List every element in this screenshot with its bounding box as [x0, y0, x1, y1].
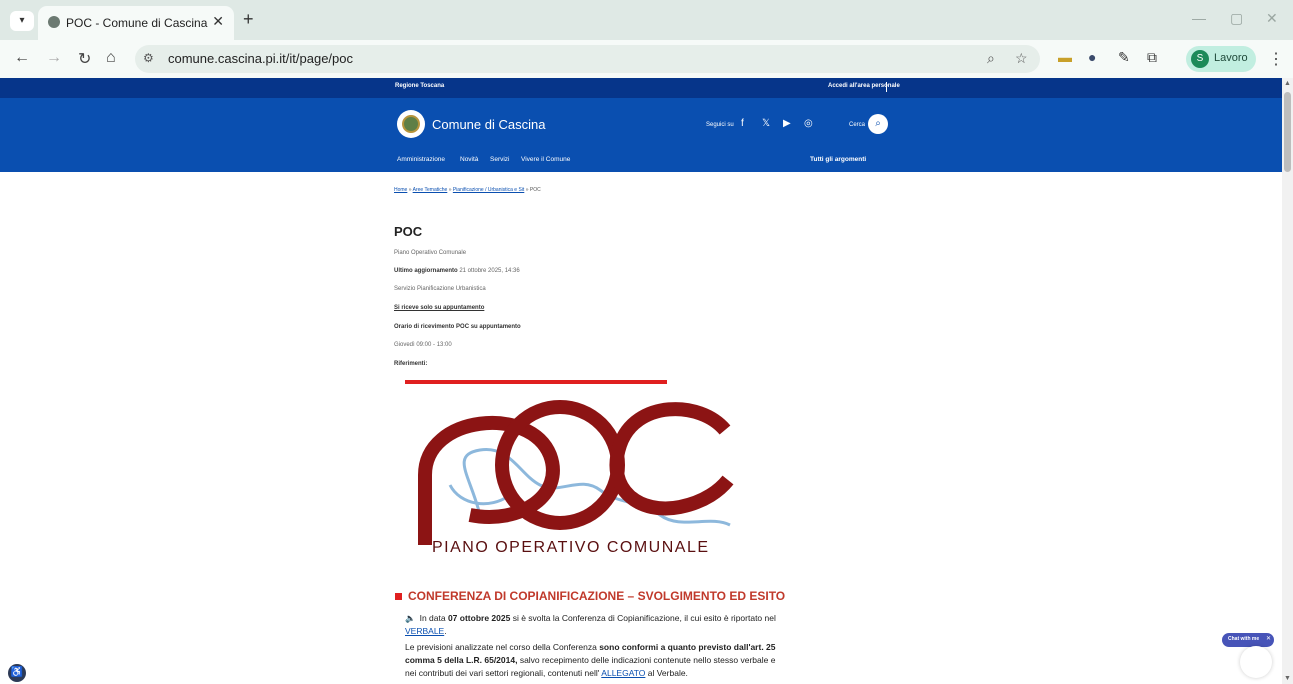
breadcrumb-planning[interactable]: Pianificazione / Urbanistica e Sit: [453, 187, 524, 193]
forward-icon[interactable]: →: [46, 49, 62, 67]
region-link[interactable]: Regione Toscana: [395, 83, 444, 89]
breadcrumb-current: POC: [529, 187, 541, 193]
address-bar[interactable]: ⚙ comune.cascina.pi.it/it/page/poc ⌕ ☆: [135, 45, 1040, 73]
references-label: Riferimenti:: [394, 361, 428, 367]
appointment-link[interactable]: Si riceve solo su appuntamento: [394, 305, 484, 311]
home-icon[interactable]: ⌂: [106, 49, 116, 67]
close-tab-icon[interactable]: ✕: [212, 13, 224, 30]
minimize-icon[interactable]: —: [1192, 10, 1206, 26]
site-info-icon[interactable]: ⚙: [143, 51, 154, 65]
extension-circle-icon[interactable]: ●: [1088, 49, 1096, 65]
profile-button[interactable]: S Lavoro: [1186, 46, 1256, 72]
speaker-icon: 🔈: [405, 613, 416, 623]
accessibility-icon[interactable]: ♿: [8, 664, 26, 682]
chat-close-icon[interactable]: ✕: [1266, 635, 1271, 642]
divider: [886, 82, 887, 92]
breadcrumb-home[interactable]: Home: [394, 187, 407, 193]
page-scrollbar[interactable]: ▲ ▼: [1282, 78, 1293, 684]
hours-label: Orario di ricevimento POC su appuntament…: [394, 324, 521, 330]
chat-bubble[interactable]: Chat with me ✕: [1222, 633, 1274, 647]
poc-logo-caption: PIANO OPERATIVO COMUNALE: [432, 539, 710, 556]
institutional-strip: Regione Toscana Accedi all'area personal…: [0, 78, 1282, 98]
red-square-icon: [395, 593, 402, 601]
facebook-icon[interactable]: f: [741, 118, 744, 129]
last-updated: Ultimo aggiornamento 21 ottobre 2025, 14…: [394, 268, 520, 274]
hours-value: Giovedì 09:00 - 13:00: [394, 342, 452, 348]
bookmark-star-icon[interactable]: ☆: [1015, 50, 1028, 67]
coat-of-arms-icon[interactable]: [397, 110, 425, 138]
close-window-icon[interactable]: ✕: [1266, 10, 1278, 27]
youtube-icon[interactable]: ▶: [783, 118, 791, 129]
service-name: Servizio Pianificazione Urbanistica: [394, 286, 486, 292]
tab-title: POC - Comune di Cascina: [66, 16, 208, 30]
breadcrumb: Home » Aree Tematiche » Pianificazione /…: [394, 187, 541, 193]
x-twitter-icon[interactable]: 𝕏: [762, 118, 770, 129]
allegato-link[interactable]: ALLEGATO: [601, 668, 645, 678]
url-text[interactable]: comune.cascina.pi.it/it/page/poc: [168, 51, 353, 66]
zoom-icon[interactable]: ⌕: [987, 50, 995, 67]
page-title: POC: [394, 224, 423, 239]
redacted-contacts: [405, 380, 667, 384]
extensions-puzzle-icon[interactable]: ⧉: [1147, 49, 1157, 66]
menu-item-amministrazione[interactable]: Amministrazione: [397, 156, 445, 163]
paragraph-2-line-3: nei contributi dei vari settori regional…: [405, 668, 688, 678]
all-topics-link[interactable]: Tutti gli argomenti: [810, 156, 866, 163]
menu-item-novita[interactable]: Novità: [460, 156, 478, 163]
site-favicon-icon: [48, 16, 60, 28]
menu-item-vivere[interactable]: Vivere il Comune: [521, 156, 570, 163]
menu-item-servizi[interactable]: Servizi: [490, 156, 510, 163]
follow-label: Seguici su: [706, 122, 734, 128]
scroll-down-icon[interactable]: ▼: [1284, 675, 1291, 682]
paragraph-2-line-2: comma 5 della L.R. 65/2014, salvo recepi…: [405, 655, 776, 665]
paragraph-1: 🔈 In data 07 ottobre 2025 si è svolta la …: [405, 613, 776, 623]
site-name[interactable]: Comune di Cascina: [432, 117, 545, 132]
instagram-icon[interactable]: ◎: [804, 118, 813, 129]
browser-menu-icon[interactable]: ⋮: [1268, 49, 1284, 69]
extension-icon[interactable]: ▬: [1058, 49, 1072, 65]
page-subtitle: Piano Operativo Comunale: [394, 250, 467, 256]
pen-extension-icon[interactable]: ✎: [1118, 49, 1130, 66]
avatar: S: [1191, 50, 1209, 68]
restore-icon[interactable]: ▢: [1230, 10, 1243, 27]
toolbar: ← → ↻ ⌂ ⚙ comune.cascina.pi.it/it/page/p…: [0, 40, 1293, 78]
paragraph-1-link-line: VERBALE.: [405, 626, 447, 636]
active-tab[interactable]: POC - Comune di Cascina ✕: [38, 6, 234, 40]
search-label: Cerca: [849, 122, 866, 128]
chat-launcher-button[interactable]: [1240, 646, 1272, 678]
login-link[interactable]: Accedi all'area personale: [828, 83, 900, 89]
search-icon[interactable]: ⌕: [868, 114, 888, 134]
profile-name: Lavoro: [1214, 52, 1248, 64]
reload-icon[interactable]: ↻: [78, 49, 91, 69]
tab-strip: ▾ POC - Comune di Cascina ✕ + — ▢ ✕: [0, 0, 1293, 40]
paragraph-2-line-1: Le previsioni analizzate nel corso della…: [405, 642, 776, 652]
scroll-up-icon[interactable]: ▲: [1284, 80, 1291, 87]
new-tab-button[interactable]: +: [243, 9, 254, 30]
scroll-thumb[interactable]: [1284, 92, 1291, 172]
verbale-link[interactable]: VERBALE: [405, 626, 444, 636]
breadcrumb-areas[interactable]: Aree Tematiche: [413, 187, 448, 193]
site-header: Comune di Cascina Seguici su f 𝕏 ▶ ◎ Cer…: [0, 98, 1282, 172]
section-title: CONFERENZA DI COPIANIFICAZIONE – SVOLGIM…: [395, 589, 785, 603]
chat-label: Chat with me: [1228, 636, 1260, 642]
tab-search-button[interactable]: ▾: [10, 11, 34, 31]
back-icon[interactable]: ←: [14, 49, 30, 67]
